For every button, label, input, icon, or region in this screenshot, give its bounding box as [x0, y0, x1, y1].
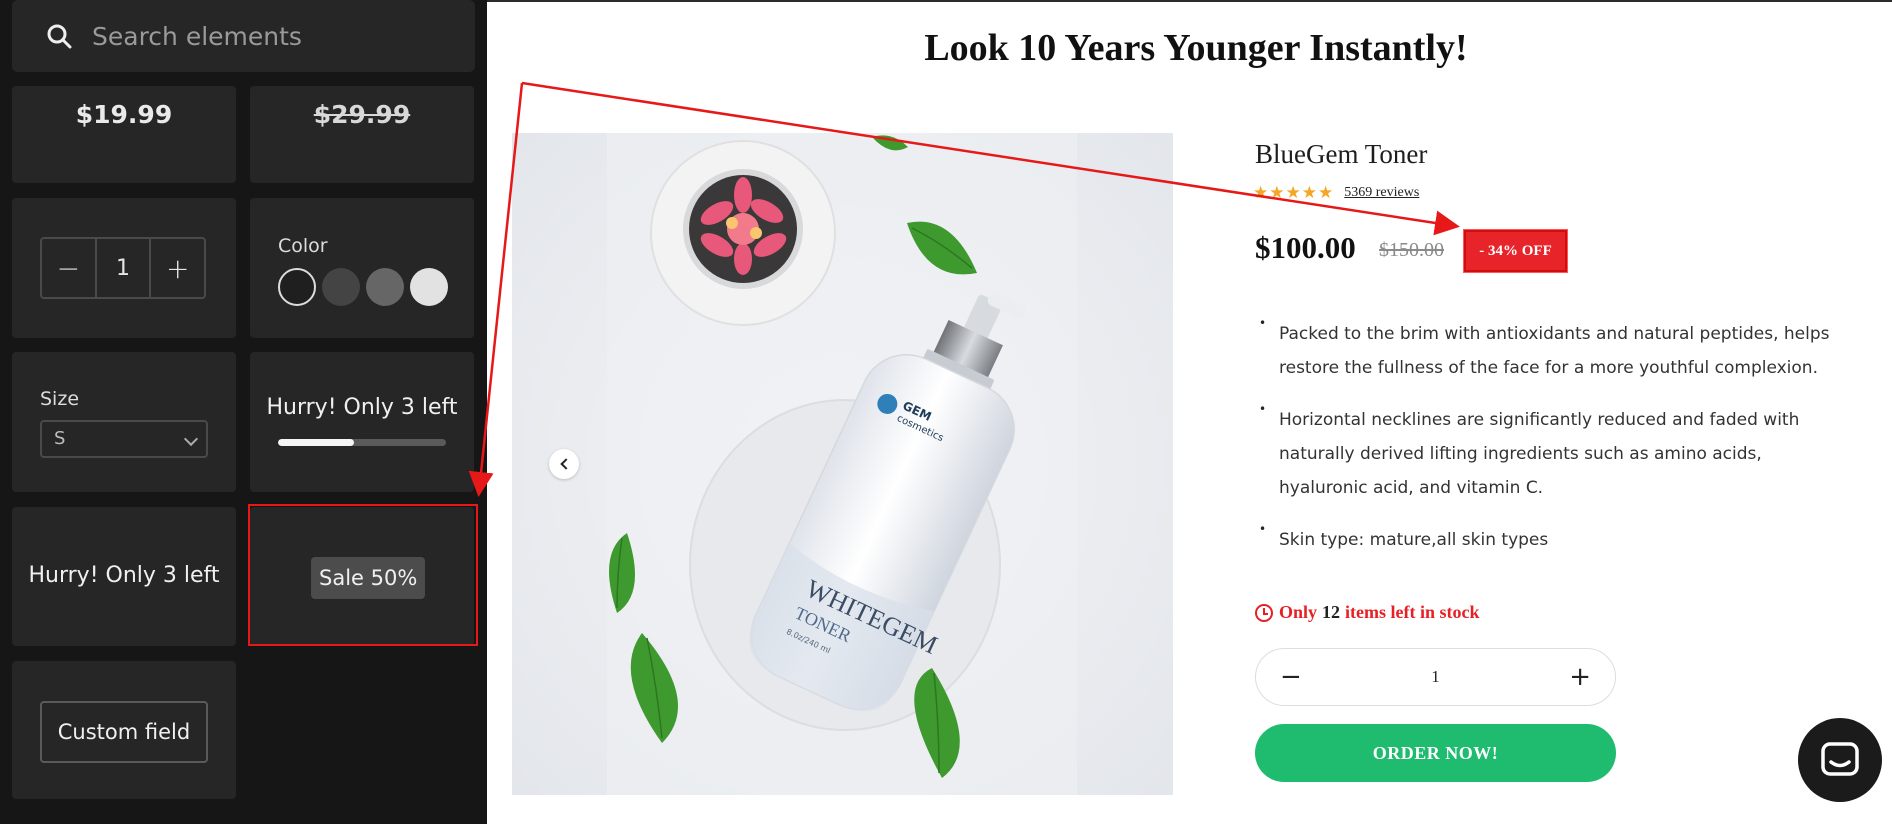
product-rating: ★★★★★ 5369 reviews: [1253, 183, 1419, 203]
product-quantity-stepper: − 1 +: [1255, 648, 1616, 706]
product-compare-price: $150.00: [1379, 239, 1444, 261]
chat-icon: [1821, 742, 1859, 776]
size-dropdown: S: [40, 420, 208, 458]
minus-icon: −: [56, 251, 81, 285]
plus-icon[interactable]: +: [1569, 662, 1591, 692]
star-icon: ★: [1269, 183, 1285, 202]
product-photo: GEM cosmetics WHITEGEM TONER 8.0z/240 ml: [512, 133, 1173, 795]
carousel-prev-button[interactable]: [549, 449, 579, 479]
selected-widget-outline: [248, 504, 478, 646]
reviews-link[interactable]: 5369 reviews: [1344, 185, 1419, 201]
size-select-widget[interactable]: Size S: [12, 352, 236, 492]
stock-counter-text: Hurry! Only 3 left: [266, 395, 458, 420]
color-swatch: [366, 268, 404, 306]
star-icon: ★: [1285, 183, 1301, 202]
search-elements-bar[interactable]: Search elements: [12, 0, 475, 72]
chevron-left-icon: [559, 458, 572, 470]
stock-text: Hurry! Only 3 left: [28, 563, 220, 588]
color-swatch: [410, 268, 448, 306]
page-headline[interactable]: Look 10 Years Younger Instantly!: [487, 26, 1892, 70]
quantity-value: 1: [94, 239, 152, 297]
product-description: • Packed to the brim with antioxidants an…: [1255, 317, 1855, 575]
color-label: Color: [278, 235, 328, 257]
color-swatch: [278, 268, 316, 306]
star-icon: ★: [1253, 183, 1269, 202]
search-input[interactable]: Search elements: [92, 22, 302, 51]
star-icon: ★: [1301, 183, 1317, 202]
clock-icon: [1255, 603, 1273, 622]
stock-progress-fill: [278, 439, 354, 446]
rating-stars: ★★★★★: [1253, 183, 1334, 203]
element-panel: Search elements $19.99 $29.99 − 1 + Colo…: [0, 0, 487, 824]
stock-prefix: Only: [1279, 602, 1318, 622]
price-widget[interactable]: $19.99: [12, 86, 236, 183]
stock-progress-bar: [278, 439, 446, 446]
stock-notice: Only 12 items left in stock: [1255, 602, 1480, 623]
size-label: Size: [40, 388, 80, 410]
color-swatch: [322, 268, 360, 306]
product-price: $100.00: [1255, 230, 1356, 265]
star-icon: ★: [1318, 183, 1334, 202]
page-canvas: Look 10 Years Younger Instantly! GEM cos…: [487, 0, 1892, 824]
chat-launcher-button[interactable]: [1798, 718, 1882, 802]
discount-badge[interactable]: - 34% OFF: [1464, 230, 1567, 272]
color-swatch-widget[interactable]: Color: [250, 198, 474, 338]
product-title: BlueGem Toner: [1255, 139, 1428, 169]
product-image[interactable]: GEM cosmetics WHITEGEM TONER 8.0z/240 ml: [512, 133, 1173, 795]
quantity-widget[interactable]: − 1 +: [12, 198, 236, 338]
quantity-input[interactable]: 1: [1431, 667, 1440, 687]
stock-count: 12: [1322, 602, 1341, 622]
price-widget-text: $19.99: [75, 100, 173, 129]
search-icon: [47, 24, 72, 49]
plus-icon: +: [165, 251, 190, 285]
custom-field-widget[interactable]: Custom field: [12, 661, 236, 799]
size-dropdown-value: S: [54, 428, 66, 449]
compare-price-widget-text: $29.99: [313, 100, 411, 129]
chevron-down-icon: [183, 431, 199, 447]
custom-field-box: Custom field: [40, 701, 208, 763]
description-bullet: • Skin type: mature,all skin types: [1259, 522, 1549, 550]
stock-suffix: items left in stock: [1345, 602, 1480, 622]
minus-icon[interactable]: −: [1280, 662, 1302, 692]
order-now-button[interactable]: ORDER NOW!: [1255, 724, 1616, 782]
compare-price-widget[interactable]: $29.99: [250, 86, 474, 183]
quantity-stepper: − 1 +: [40, 237, 206, 299]
stock-text-widget[interactable]: Hurry! Only 3 left: [12, 507, 236, 646]
stock-counter-widget[interactable]: Hurry! Only 3 left: [250, 352, 474, 492]
description-bullet: • Horizontal necklines are significantly …: [1259, 402, 1800, 498]
description-bullet: • Packed to the brim with antioxidants an…: [1259, 316, 1830, 378]
